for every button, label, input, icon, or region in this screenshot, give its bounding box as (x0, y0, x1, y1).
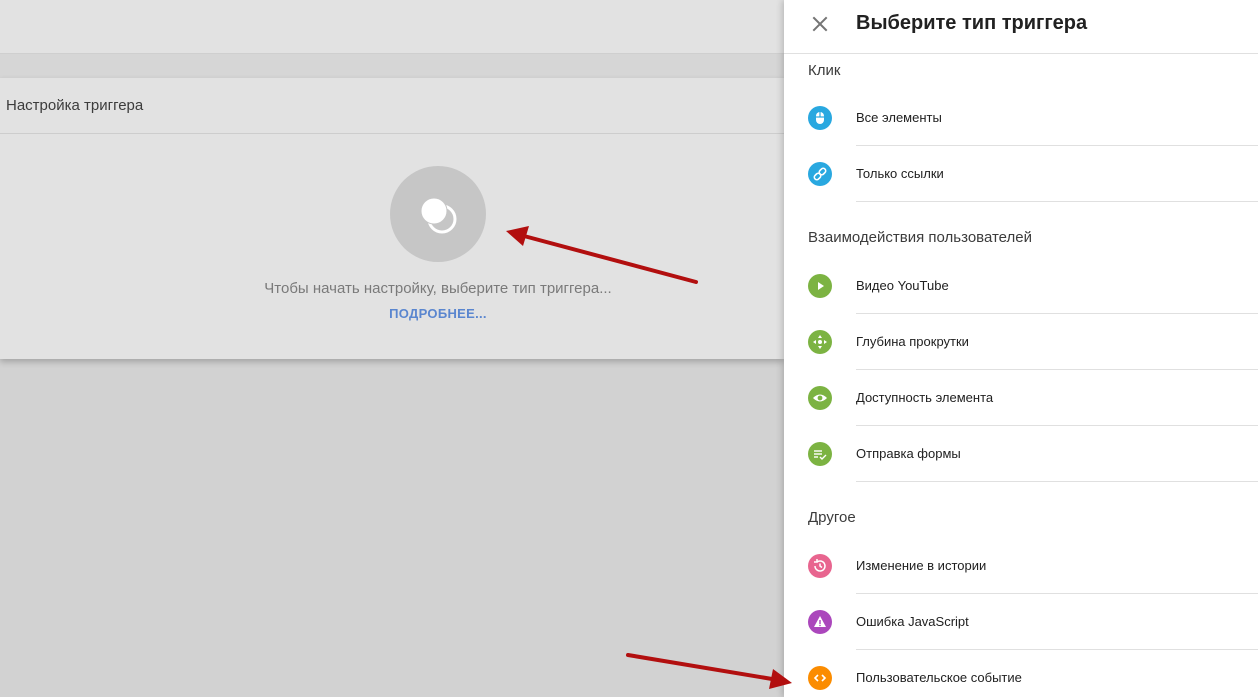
background-topbar (0, 0, 784, 54)
trigger-item-element-visibility[interactable]: Доступность элемента (784, 370, 1258, 426)
background-strip (0, 54, 784, 78)
panel-header: Выберите тип триггера (784, 0, 1258, 54)
trigger-item-youtube-video[interactable]: Видео YouTube (784, 258, 1258, 314)
trigger-item-label: Отправка формы (856, 446, 961, 461)
trigger-item-label: Ошибка JavaScript (856, 614, 969, 629)
warning-icon (808, 610, 832, 634)
trigger-config-title: Настройка триггера (0, 78, 784, 134)
trigger-item-form-submission[interactable]: Отправка формы (784, 426, 1258, 482)
close-icon (812, 16, 828, 32)
play-icon (808, 274, 832, 298)
trigger-item-scroll-depth[interactable]: Глубина прокрутки (784, 314, 1258, 370)
link-icon (808, 162, 832, 186)
trigger-type-panel: Выберите тип триггера Клик Все элементы … (784, 0, 1258, 697)
trigger-item-label: Доступность элемента (856, 390, 994, 405)
trigger-icon (420, 197, 457, 234)
trigger-item-links-only[interactable]: Только ссылки (784, 146, 1258, 202)
divider (856, 201, 1258, 202)
close-button[interactable] (808, 12, 832, 36)
mouse-icon (808, 106, 832, 130)
trigger-type-placeholder[interactable] (390, 166, 486, 262)
history-icon (808, 554, 832, 578)
panel-title: Выберите тип триггера (856, 12, 1088, 34)
divider (856, 481, 1258, 482)
trigger-item-label: Изменение в истории (856, 558, 987, 573)
trigger-item-custom-event[interactable]: Пользовательское событие (784, 650, 1258, 697)
trigger-config-card: Настройка триггера Чтобы начать настройк… (0, 78, 784, 359)
trigger-item-javascript-error[interactable]: Ошибка JavaScript (784, 594, 1258, 650)
form-submit-icon (808, 442, 832, 466)
trigger-item-all-elements[interactable]: Все элементы (784, 90, 1258, 146)
trigger-item-history-change[interactable]: Изменение в истории (784, 538, 1258, 594)
section-other: Изменение в истории Ошибка JavaScript По… (784, 538, 1258, 697)
eye-icon (808, 386, 832, 410)
trigger-item-label: Пользовательское событие (856, 670, 1022, 685)
move-icon (808, 330, 832, 354)
trigger-item-label: Только ссылки (856, 166, 944, 181)
learn-more-link[interactable]: ПОДРОБНЕЕ... (0, 306, 876, 321)
trigger-config-hint: Чтобы начать настройку, выберите тип три… (264, 280, 612, 297)
trigger-item-label: Все элементы (856, 110, 942, 125)
trigger-item-label: Видео YouTube (856, 278, 949, 293)
annotation-arrow-bottom (626, 653, 792, 689)
code-icon (808, 666, 832, 690)
section-user-interactions: Видео YouTube Глубина прокрутки Доступно… (784, 258, 1258, 482)
trigger-item-label: Глубина прокрутки (856, 334, 969, 349)
